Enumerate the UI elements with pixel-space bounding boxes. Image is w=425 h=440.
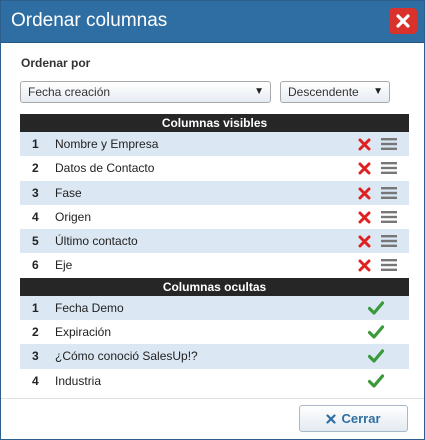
hidden-column-row: 1 Fecha Demo <box>20 295 409 321</box>
drag-handle-icon[interactable] <box>381 210 397 224</box>
columns-table: Columnas visibles 1 Nombre y Empresa 2 Dato… <box>20 114 409 393</box>
remove-icon[interactable] <box>358 211 371 224</box>
remove-icon[interactable] <box>358 162 371 175</box>
remove-icon[interactable] <box>358 187 371 200</box>
chevron-down-icon: ▼ <box>254 86 264 97</box>
drag-handle-icon[interactable] <box>381 137 397 151</box>
hidden-column-row: 3 ¿Cómo conoció SalesUp!? <box>20 344 409 369</box>
column-name: Fase <box>55 185 82 200</box>
visible-column-row: 5 Último contacto <box>20 229 409 254</box>
drag-handle-icon[interactable] <box>381 161 397 175</box>
remove-icon[interactable] <box>358 259 371 272</box>
column-name: Industria <box>55 373 102 388</box>
close-icon[interactable] <box>389 8 417 34</box>
check-icon[interactable] <box>367 325 385 339</box>
sort-field-select[interactable]: Fecha creación ▼ <box>20 81 271 103</box>
sort-columns-dialog: Ordenar columnas Ordenar por Fecha creac… <box>0 0 425 440</box>
footer-divider <box>1 398 424 399</box>
visible-column-row: 6 Eje <box>20 253 409 277</box>
remove-icon[interactable] <box>358 138 371 151</box>
visible-column-row: 1 Nombre y Empresa <box>20 132 409 157</box>
check-icon[interactable] <box>367 374 385 388</box>
column-name: Datos de Contacto <box>55 161 155 176</box>
dialog-titlebar: Ordenar columnas <box>1 1 424 43</box>
remove-icon[interactable] <box>358 235 371 248</box>
column-name: Expiración <box>55 325 112 340</box>
visible-column-row: 4 Origen <box>20 205 409 229</box>
dialog-title: Ordenar columnas <box>11 10 168 31</box>
check-icon[interactable] <box>367 349 385 363</box>
row-number: 4 <box>32 373 39 388</box>
column-name: Origen <box>55 209 92 224</box>
drag-handle-icon[interactable] <box>381 234 397 248</box>
sort-direction-value: Descendente <box>288 85 359 99</box>
column-name: Fecha Demo <box>55 300 124 315</box>
row-number: 2 <box>32 161 39 176</box>
column-name: Eje <box>55 258 73 273</box>
row-number: 4 <box>32 209 39 224</box>
row-number: 3 <box>32 185 39 200</box>
row-number: 2 <box>32 325 39 340</box>
column-name: Nombre y Empresa <box>55 137 159 151</box>
sort-direction-select[interactable]: Descendente ▼ <box>280 81 390 103</box>
visible-columns-header: Columnas visibles <box>20 114 409 132</box>
chevron-down-icon: ▼ <box>373 86 383 97</box>
column-name: Último contacto <box>55 234 138 249</box>
drag-handle-icon[interactable] <box>381 258 397 272</box>
row-number: 1 <box>32 137 39 151</box>
hidden-column-row: 4 Industria <box>20 369 409 393</box>
visible-column-row: 3 Fase <box>20 180 409 205</box>
close-icon <box>326 413 337 424</box>
sort-field-value: Fecha creación <box>28 85 111 99</box>
visible-column-row: 2 Datos de Contacto <box>20 156 409 180</box>
check-icon[interactable] <box>367 301 385 315</box>
hidden-column-row: 2 Expiración <box>20 320 409 344</box>
sort-by-label: Ordenar por <box>21 56 91 70</box>
hidden-columns-header: Columnas ocultas <box>20 277 409 296</box>
row-number: 5 <box>32 234 39 249</box>
row-number: 3 <box>32 349 39 364</box>
close-button-label: Cerrar <box>341 411 381 426</box>
row-number: 6 <box>32 258 39 273</box>
drag-handle-icon[interactable] <box>381 186 397 200</box>
column-name: ¿Cómo conoció SalesUp!? <box>55 349 198 364</box>
close-button[interactable]: Cerrar <box>299 405 408 432</box>
row-number: 1 <box>32 300 39 315</box>
